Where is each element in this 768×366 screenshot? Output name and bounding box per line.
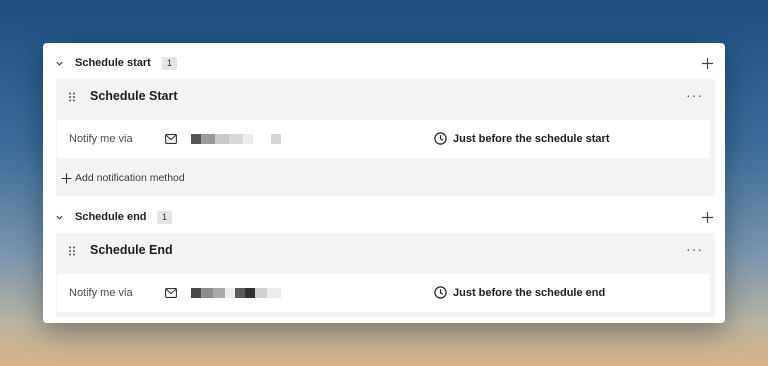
mail-icon xyxy=(165,134,177,144)
clock-icon xyxy=(434,286,447,299)
chevron-down-icon[interactable] xyxy=(55,59,64,68)
notification-row[interactable]: Notify me via Just before the schedule e… xyxy=(57,274,710,312)
redacted-contact xyxy=(191,288,281,298)
drag-handle-icon[interactable] xyxy=(68,246,76,256)
more-options-icon[interactable]: ··· xyxy=(686,242,703,256)
notification-timing[interactable]: Just before the schedule start xyxy=(453,133,610,145)
rule-group-header: Schedule End ··· xyxy=(56,233,715,269)
drag-handle-icon[interactable] xyxy=(68,92,76,102)
plus-icon[interactable] xyxy=(701,211,714,224)
plus-icon[interactable] xyxy=(701,57,714,70)
section-count-badge: 1 xyxy=(157,210,173,224)
notify-label: Notify me via xyxy=(69,287,133,299)
notification-timing[interactable]: Just before the schedule end xyxy=(453,287,605,299)
rule-group-title: Schedule End xyxy=(90,243,173,257)
notification-row[interactable]: Notify me via Just before the schedule s… xyxy=(57,120,710,158)
section-header-schedule-start[interactable]: Schedule start 1 xyxy=(43,46,725,80)
section-title: Schedule start xyxy=(75,57,151,69)
mail-icon xyxy=(165,288,177,298)
rule-group-title: Schedule Start xyxy=(90,89,178,103)
chevron-down-icon[interactable] xyxy=(55,213,64,222)
notification-rules-panel: Schedule start 1 Schedule Start ··· Noti… xyxy=(43,43,725,323)
clock-icon xyxy=(434,132,447,145)
notify-label: Notify me via xyxy=(69,133,133,145)
section-header-schedule-end[interactable]: Schedule end 1 xyxy=(43,200,725,234)
section-count-badge: 1 xyxy=(162,56,178,70)
plus-icon xyxy=(61,173,72,183)
rule-group-schedule-start: Schedule Start ··· Notify me via Just be xyxy=(56,79,715,196)
add-notification-method-label: Add notification method xyxy=(75,172,185,184)
rule-group-header: Schedule Start ··· xyxy=(56,79,715,115)
more-options-icon[interactable]: ··· xyxy=(686,88,703,102)
redacted-contact xyxy=(191,134,281,144)
add-notification-method-button[interactable]: Add notification method xyxy=(61,172,185,184)
section-title: Schedule end xyxy=(75,211,147,223)
rule-group-schedule-end: Schedule End ··· Notify me via Just befo… xyxy=(56,233,715,317)
